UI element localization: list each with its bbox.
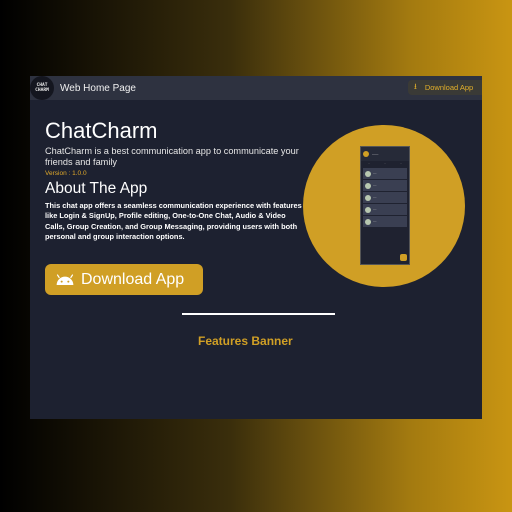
- android-icon: [56, 273, 74, 285]
- download-app-label: Download App: [81, 270, 185, 288]
- phone-fab: [400, 254, 407, 261]
- header-download-button[interactable]: ⭳ Download App: [408, 80, 482, 95]
- version-label: Version : 1.0.0: [45, 170, 87, 177]
- phone-header: ───: [361, 147, 409, 161]
- download-app-button[interactable]: Download App: [45, 264, 203, 295]
- phone-chat-item: ──: [363, 180, 407, 191]
- phone-avatar: [363, 151, 369, 157]
- app-logo[interactable]: CHAT CHARM: [30, 76, 54, 100]
- header-download-label: Download App: [424, 83, 474, 92]
- web-home-page: CHAT CHARM Web Home Page ⭳ Download App …: [30, 76, 482, 419]
- app-name-heading: ChatCharm: [45, 118, 158, 143]
- phone-chat-item: ──: [363, 216, 407, 227]
- section-divider: [182, 313, 335, 315]
- about-heading: About The App: [45, 180, 148, 197]
- top-bar: CHAT CHARM Web Home Page ⭳ Download App: [30, 76, 482, 100]
- phone-chat-item: ──: [363, 168, 407, 179]
- phone-tabs: ─ ─ ─: [368, 163, 402, 165]
- phone-chat-item: ──: [363, 204, 407, 215]
- page-title: Web Home Page: [60, 82, 136, 94]
- phone-mockup-image: ─── ─ ─ ─ ── ── ── ── ──: [360, 146, 410, 265]
- phone-title-bar: ───: [372, 152, 379, 156]
- phone-chat-item: ──: [363, 192, 407, 203]
- app-tagline: ChatCharm is a best communication app to…: [45, 146, 299, 167]
- about-description: This chat app offers a seamless communic…: [45, 201, 302, 241]
- download-icon: ⭳: [414, 81, 417, 91]
- features-banner-title: Features Banner: [198, 334, 293, 348]
- logo-line-2: CHARM: [35, 88, 49, 93]
